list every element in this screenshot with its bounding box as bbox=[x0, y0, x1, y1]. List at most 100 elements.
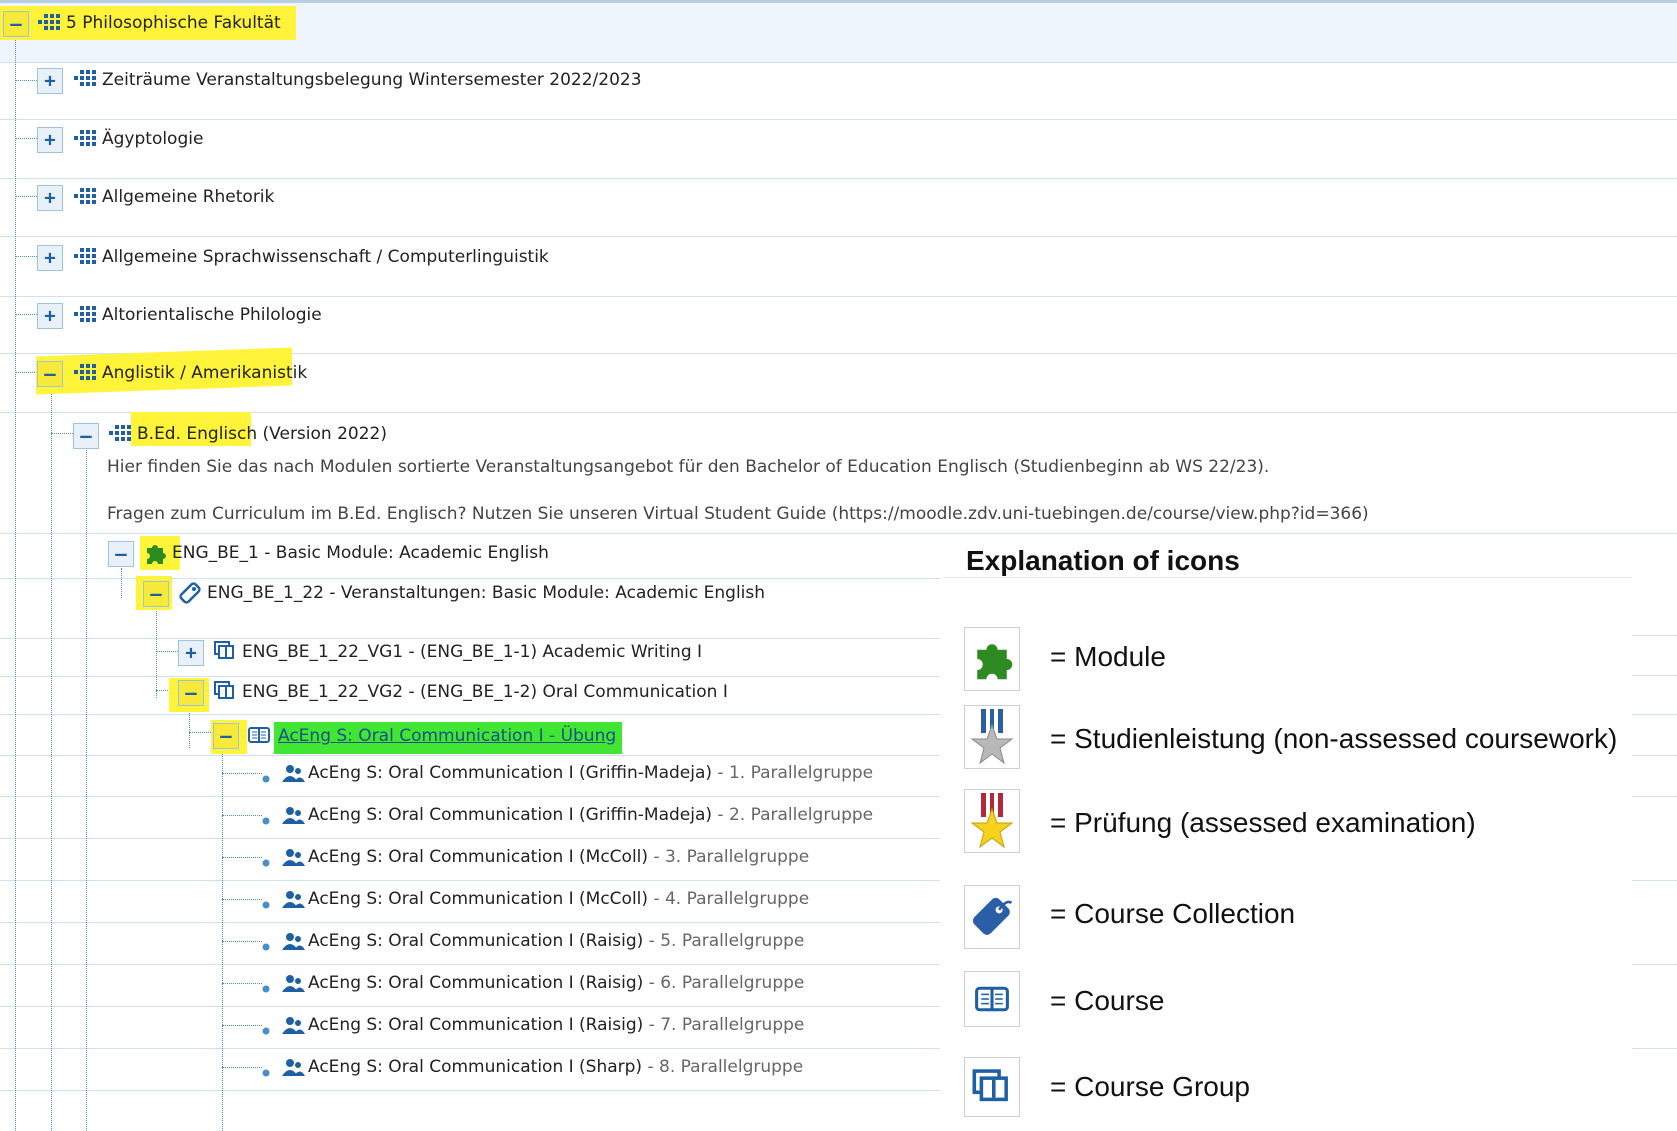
expand-toggle[interactable]: + bbox=[37, 303, 63, 329]
parallel-group-number: - 8. Parallelgruppe bbox=[642, 1057, 804, 1077]
tree-connector bbox=[222, 815, 262, 816]
parallel-group-item[interactable]: AcEng S: Oral Communication I (Raisig) -… bbox=[308, 1013, 804, 1037]
tree-connector bbox=[51, 433, 73, 434]
row-divider bbox=[0, 880, 940, 881]
legend-pruefung-text: = Prüfung (assessed examination) bbox=[1050, 807, 1476, 838]
collection-node-label[interactable]: ENG_BE_1_22 - Veranstaltungen: Basic Mod… bbox=[207, 581, 765, 605]
collapse-toggle[interactable]: – bbox=[3, 11, 29, 37]
collapse-toggle[interactable]: – bbox=[213, 723, 239, 749]
parallel-group-item[interactable]: AcEng S: Oral Communication I (McColl) -… bbox=[308, 845, 809, 869]
tree-connector bbox=[222, 1025, 262, 1026]
course-group-label[interactable]: ENG_BE_1_22_VG1 - (ENG_BE_1-1) Academic … bbox=[242, 640, 702, 664]
legend-divider bbox=[1632, 1048, 1677, 1049]
legend-divider bbox=[1632, 675, 1677, 676]
parallel-group-name: AcEng S: Oral Communication I (McColl) bbox=[308, 889, 649, 909]
tree-connector bbox=[222, 941, 262, 942]
module-node-label[interactable]: ENG_BE_1 - Basic Module: Academic Englis… bbox=[172, 541, 549, 565]
legend-divider bbox=[1632, 880, 1677, 881]
program-node-label[interactable]: B.Ed. Englisch (Version 2022) bbox=[137, 422, 387, 446]
course-group-books-icon bbox=[972, 1069, 1008, 1102]
legend-divider bbox=[1632, 755, 1677, 756]
parallel-group-item[interactable]: AcEng S: Oral Communication I (Raisig) -… bbox=[308, 929, 804, 953]
collapse-toggle[interactable]: – bbox=[37, 361, 63, 387]
tree-connector bbox=[189, 706, 190, 748]
tree-node-label[interactable]: 5 Philosophische Fakultät bbox=[66, 11, 281, 35]
parallel-group-item[interactable]: AcEng S: Oral Communication I (Sharp) - … bbox=[308, 1055, 803, 1079]
legend-divider bbox=[1632, 714, 1677, 715]
tree-connector bbox=[189, 732, 211, 733]
parallel-group-number: - 5. Parallelgruppe bbox=[643, 931, 805, 951]
bullet-dot bbox=[262, 1020, 270, 1039]
row-divider bbox=[0, 119, 1677, 120]
course-group-label[interactable]: ENG_BE_1_22_VG2 - (ENG_BE_1-2) Oral Comm… bbox=[242, 680, 728, 704]
parallel-group-people-icon bbox=[282, 891, 305, 908]
parallel-group-item[interactable]: AcEng S: Oral Communication I (Griffin-M… bbox=[308, 761, 873, 785]
row-divider bbox=[0, 62, 1677, 63]
bullet-dot bbox=[262, 810, 270, 829]
row-divider bbox=[0, 676, 940, 677]
program-description: Hier finden Sie das nach Modulen sortier… bbox=[107, 457, 1270, 477]
row-divider bbox=[0, 714, 940, 715]
parallel-group-item[interactable]: AcEng S: Oral Communication I (McColl) -… bbox=[308, 887, 809, 911]
expand-toggle[interactable]: + bbox=[37, 68, 63, 94]
row-divider bbox=[0, 296, 1677, 297]
row-divider bbox=[0, 1006, 940, 1007]
tree-node-label[interactable]: Anglistik / Amerikanistik bbox=[102, 361, 307, 385]
bullet-dot bbox=[262, 936, 270, 955]
row-divider bbox=[0, 755, 940, 756]
tree-node-label[interactable]: Allgemeine Rhetorik bbox=[102, 185, 274, 209]
tree-connector bbox=[15, 256, 37, 257]
parallel-group-item[interactable]: AcEng S: Oral Communication I (Raisig) -… bbox=[308, 971, 804, 995]
expand-toggle[interactable]: + bbox=[178, 640, 204, 666]
tree-connector bbox=[121, 568, 122, 598]
collapse-toggle[interactable]: – bbox=[108, 541, 134, 567]
expand-toggle[interactable]: + bbox=[37, 185, 63, 211]
row-divider bbox=[0, 1048, 940, 1049]
tree-connector bbox=[156, 651, 178, 652]
expand-toggle[interactable]: + bbox=[37, 245, 63, 271]
tree-node-label[interactable]: Ägyptologie bbox=[102, 127, 203, 151]
parallel-group-number: - 6. Parallelgruppe bbox=[643, 973, 805, 993]
course-node-label[interactable]: AcEng S: Oral Communication I - Übung bbox=[274, 722, 623, 754]
tree-connector bbox=[15, 372, 37, 373]
row-divider bbox=[0, 236, 1677, 237]
tree-node-label[interactable]: Zeiträume Veranstaltungsbelegung Winters… bbox=[102, 68, 642, 92]
parallel-group-item[interactable]: AcEng S: Oral Communication I (Griffin-M… bbox=[308, 803, 873, 827]
bullet-dot bbox=[262, 894, 270, 913]
parallel-group-people-icon bbox=[282, 1059, 305, 1076]
row-divider bbox=[0, 178, 1677, 179]
legend-icon-box bbox=[964, 789, 1020, 853]
org-unit-icon bbox=[74, 364, 96, 380]
legend-course-text: = Course bbox=[1050, 985, 1165, 1016]
tree-connector bbox=[86, 448, 87, 1131]
course-collection-tag-icon bbox=[972, 897, 1013, 935]
tree-node-label[interactable]: Altorientalische Philologie bbox=[102, 303, 322, 327]
tree-connector bbox=[222, 1067, 262, 1068]
row-divider bbox=[0, 964, 940, 965]
tree-connector bbox=[15, 40, 16, 1131]
collapse-toggle[interactable]: – bbox=[73, 423, 99, 449]
parallel-group-name: AcEng S: Oral Communication I (Sharp) bbox=[308, 1057, 643, 1077]
org-unit-icon bbox=[109, 425, 131, 441]
parallel-group-name: AcEng S: Oral Communication I (Raisig) bbox=[308, 973, 644, 993]
org-unit-icon bbox=[38, 14, 60, 30]
legend-course-collection-text: = Course Collection bbox=[1050, 898, 1296, 929]
bullet-dot bbox=[262, 978, 270, 997]
pruefung-medal-icon bbox=[970, 793, 1014, 849]
collapse-toggle[interactable]: – bbox=[178, 680, 204, 706]
org-unit-icon bbox=[74, 306, 96, 322]
parallel-group-people-icon bbox=[282, 765, 305, 782]
parallel-group-name: AcEng S: Oral Communication I (Griffin-M… bbox=[308, 763, 713, 783]
row-divider bbox=[0, 533, 1677, 534]
expand-toggle[interactable]: + bbox=[37, 127, 63, 153]
collapse-toggle[interactable]: – bbox=[143, 581, 169, 607]
parallel-group-people-icon bbox=[282, 1017, 305, 1034]
row-divider bbox=[0, 796, 940, 797]
tree-connector bbox=[222, 983, 262, 984]
parallel-group-number: - 2. Parallelgruppe bbox=[712, 805, 874, 825]
parallel-group-name: AcEng S: Oral Communication I (Raisig) bbox=[308, 1015, 644, 1035]
course-book-icon bbox=[975, 986, 1009, 1012]
parallel-group-number: - 7. Parallelgruppe bbox=[643, 1015, 805, 1035]
legend-title: Explanation of icons bbox=[966, 545, 1240, 576]
tree-node-label[interactable]: Allgemeine Sprachwissenschaft / Computer… bbox=[102, 245, 549, 269]
